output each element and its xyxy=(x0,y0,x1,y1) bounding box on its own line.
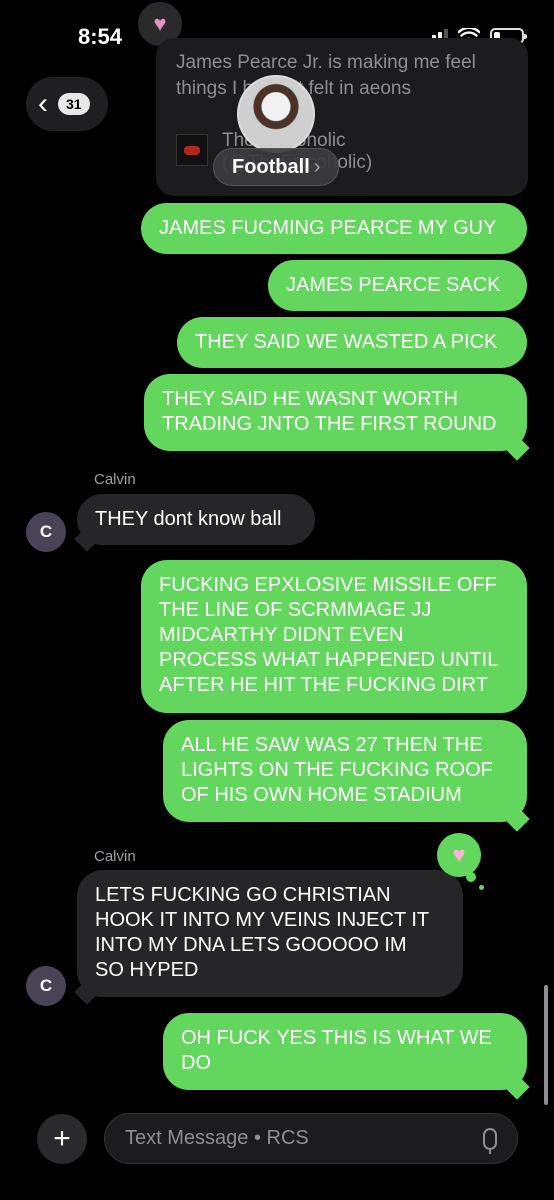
link-preview-text: James Pearce Jr. is making me feel thing… xyxy=(176,52,476,99)
tapback-tail-dot xyxy=(466,872,476,882)
conversation-title-pill[interactable]: Football › xyxy=(213,148,340,186)
sender-name: Calvin xyxy=(94,471,136,488)
incoming-message[interactable]: LETS FUCKING GO CHRISTIAN HOOK IT INTO M… xyxy=(77,870,463,997)
sender-name: Calvin xyxy=(94,848,136,865)
plus-icon: + xyxy=(53,1122,71,1155)
outgoing-message[interactable]: JAMES FUCMING PEARCE MY GUY xyxy=(141,203,527,254)
status-time: 8:54 xyxy=(78,24,123,49)
contact-avatar[interactable]: C xyxy=(26,966,66,1006)
account-logo-icon xyxy=(176,134,208,166)
outgoing-message[interactable]: THEY SAID HE WASNT WORTH TRADING JNTO TH… xyxy=(144,374,527,451)
unread-count-badge: 31 xyxy=(58,93,90,115)
chevron-right-icon: › xyxy=(313,155,321,178)
outgoing-message[interactable]: THEY SAID WE WASTED A PICK xyxy=(177,317,527,368)
microphone-icon[interactable] xyxy=(483,1127,497,1154)
group-avatar[interactable] xyxy=(237,75,315,153)
link-preview-card[interactable]: James Pearce Jr. is making me feel thing… xyxy=(156,38,528,196)
conversation-title: Football xyxy=(232,155,310,178)
incoming-message[interactable]: THEY dont know ball xyxy=(77,494,315,545)
outgoing-message[interactable]: JAMES PEARCE SACK xyxy=(268,260,527,311)
outgoing-message[interactable]: FUCKING EPXLOSIVE MISSILE OFF THE LINE O… xyxy=(141,560,527,713)
scrollbar[interactable] xyxy=(544,985,548,1105)
outgoing-message[interactable]: ALL HE SAW WAS 27 THEN THE LIGHTS ON THE… xyxy=(163,720,527,822)
contact-avatar[interactable]: C xyxy=(26,512,66,552)
heart-tapback-icon[interactable]: ♥ xyxy=(437,833,481,877)
message-input[interactable] xyxy=(125,1127,473,1150)
outgoing-message[interactable]: OH FUCK YES THIS IS WHAT WE DO xyxy=(163,1013,527,1090)
back-button[interactable]: ‹ 31 xyxy=(26,77,108,131)
message-composer[interactable] xyxy=(104,1113,518,1164)
add-attachment-button[interactable]: + xyxy=(37,1114,87,1164)
tapback-tail-dot xyxy=(479,885,484,890)
chevron-left-icon: ‹ xyxy=(38,87,48,120)
